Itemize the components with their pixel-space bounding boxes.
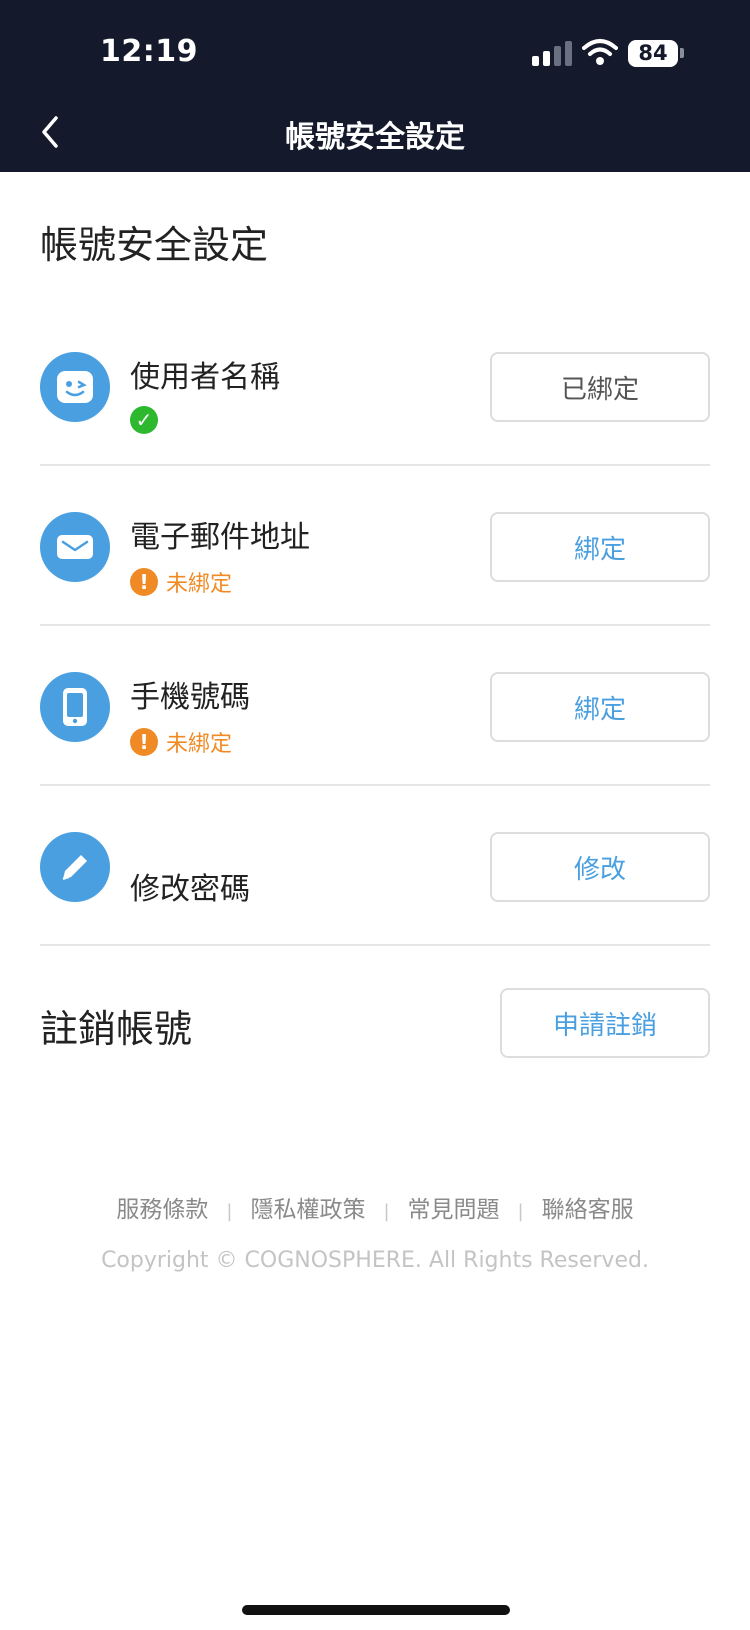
phone-status-text: 未綁定 <box>166 732 233 757</box>
wifi-icon <box>582 39 618 65</box>
bind-email-button[interactable]: 綁定 <box>490 512 710 582</box>
email-status-text: 未綁定 <box>166 572 233 597</box>
username-status: ✓ <box>130 406 166 434</box>
home-indicator[interactable] <box>242 1605 510 1615</box>
email-status: ! 未綁定 <box>130 566 232 598</box>
smiley-face-icon <box>40 352 110 422</box>
top-bar: 12:19 84 帳號安全設定 <box>0 0 750 172</box>
privacy-link[interactable]: 隱私權政策 <box>250 1197 365 1223</box>
status-time: 12:19 <box>100 34 198 69</box>
warning-icon: ! <box>130 568 158 596</box>
nav-title: 帳號安全設定 <box>285 120 465 155</box>
email-row: 電子郵件地址 ! 未綁定 綁定 <box>40 466 710 626</box>
terms-link[interactable]: 服務條款 <box>116 1197 208 1223</box>
copyright: Copyright © COGNOSPHERE. All Rights Rese… <box>101 1248 649 1273</box>
battery-indicator: 84 <box>628 40 678 67</box>
footer-separator: | <box>517 1201 524 1222</box>
warning-icon: ! <box>130 728 158 756</box>
envelope-icon <box>40 512 110 582</box>
username-row: 使用者名稱 ✓ 已綁定 <box>40 306 710 466</box>
username-bound-button[interactable]: 已綁定 <box>490 352 710 422</box>
phone-row: 手機號碼 ! 未綁定 綁定 <box>40 626 710 786</box>
faq-link[interactable]: 常見問題 <box>408 1197 500 1223</box>
footer-links: 服務條款 | 隱私權政策 | 常見問題 | 聯絡客服 <box>0 1190 750 1224</box>
request-cancel-button[interactable]: 申請註銷 <box>500 988 710 1058</box>
footer-separator: | <box>226 1201 233 1222</box>
battery-cap <box>680 48 684 58</box>
signal-icon <box>532 40 572 66</box>
footer-separator: | <box>383 1201 390 1222</box>
password-label: 修改密碼 <box>130 872 250 907</box>
phone-icon <box>40 672 110 742</box>
password-row: 修改密碼 修改 <box>40 786 710 946</box>
email-label: 電子郵件地址 <box>130 520 310 555</box>
phone-label: 手機號碼 <box>130 680 250 715</box>
cancel-account-label: 註銷帳號 <box>40 1007 193 1051</box>
page-title: 帳號安全設定 <box>40 223 269 267</box>
check-icon: ✓ <box>130 406 158 434</box>
contact-link[interactable]: 聯絡客服 <box>542 1197 634 1223</box>
change-password-button[interactable]: 修改 <box>490 832 710 902</box>
username-label: 使用者名稱 <box>130 360 280 395</box>
bind-phone-button[interactable]: 綁定 <box>490 672 710 742</box>
pencil-icon <box>40 832 110 902</box>
phone-status: ! 未綁定 <box>130 726 232 758</box>
